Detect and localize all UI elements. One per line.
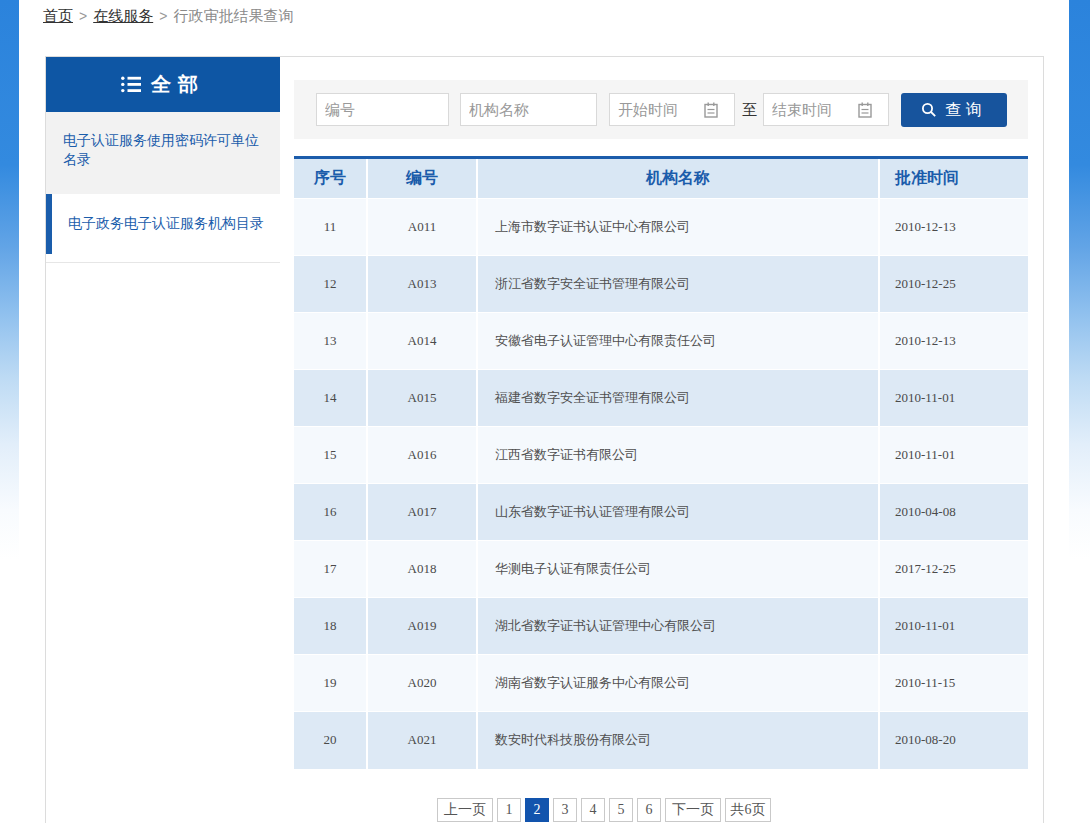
sidebar-header-label: 全部 — [151, 71, 205, 98]
page-button-3[interactable]: 3 — [553, 798, 577, 822]
calendar-icon[interactable] — [858, 102, 872, 118]
header-seq: 序号 — [294, 158, 367, 199]
cell-seq: 12 — [294, 256, 367, 313]
cell-date: 2010-11-01 — [879, 370, 1028, 427]
cell-seq: 16 — [294, 484, 367, 541]
breadcrumb-online-services[interactable]: 在线服务 — [93, 7, 153, 24]
page-button-2[interactable]: 2 — [525, 798, 549, 822]
code-input[interactable] — [316, 93, 449, 126]
table-row: 18A019湖北省数字证书认证管理中心有限公司2010-11-01 — [294, 598, 1028, 655]
cell-name: 上海市数字证书认证中心有限公司 — [477, 199, 879, 256]
cell-seq: 17 — [294, 541, 367, 598]
list-icon — [121, 76, 141, 93]
table-row: 14A015福建省数字安全证书管理有限公司2010-11-01 — [294, 370, 1028, 427]
cell-seq: 19 — [294, 655, 367, 712]
table-row: 19A020湖南省数字认证服务中心有限公司2010-11-15 — [294, 655, 1028, 712]
breadcrumb-current: 行政审批结果查询 — [173, 7, 293, 24]
cell-code: A020 — [367, 655, 477, 712]
table-row: 20A021数安时代科技股份有限公司2010-08-20 — [294, 712, 1028, 769]
cell-name: 湖南省数字认证服务中心有限公司 — [477, 655, 879, 712]
table-row: 17A018华测电子认证有限责任公司2017-12-25 — [294, 541, 1028, 598]
page-button-5[interactable]: 5 — [609, 798, 633, 822]
start-date-field — [609, 93, 735, 126]
calendar-icon[interactable] — [704, 102, 718, 118]
header-approval-date: 批准时间 — [879, 158, 1028, 199]
cell-date: 2010-08-20 — [879, 712, 1028, 769]
page-content: 首页 > 在线服务 > 行政审批结果查询 全部 电子认证服务使用密码许可单位名录 电子政… — [19, 0, 1069, 823]
cell-code: A019 — [367, 598, 477, 655]
cell-name: 湖北省数字证书认证管理中心有限公司 — [477, 598, 879, 655]
cell-date: 2010-12-13 — [879, 313, 1028, 370]
cell-seq: 15 — [294, 427, 367, 484]
search-button[interactable]: 查询 — [901, 93, 1007, 127]
table-body: 11A011上海市数字证书认证中心有限公司2010-12-1312A013浙江省… — [294, 199, 1028, 769]
next-page-button[interactable]: 下一页 — [665, 798, 721, 822]
cell-seq: 13 — [294, 313, 367, 370]
cell-date: 2010-11-15 — [879, 655, 1028, 712]
cell-date: 2017-12-25 — [879, 541, 1028, 598]
end-date-field — [763, 93, 889, 126]
cell-name: 浙江省数字安全证书管理有限公司 — [477, 256, 879, 313]
breadcrumb-separator: > — [159, 8, 167, 24]
sidebar-item-label: 电子政务电子认证服务机构目录 — [68, 215, 264, 233]
sidebar-menu-end — [46, 254, 280, 263]
cell-code: A013 — [367, 256, 477, 313]
search-button-label: 查询 — [945, 100, 987, 121]
cell-seq: 18 — [294, 598, 367, 655]
page-button-4[interactable]: 4 — [581, 798, 605, 822]
table-row: 16A017山东省数字证书认证管理有限公司2010-04-08 — [294, 484, 1028, 541]
table-row: 15A016江西省数字证书有限公司2010-11-01 — [294, 427, 1028, 484]
table-row: 11A011上海市数字证书认证中心有限公司2010-12-13 — [294, 199, 1028, 256]
table-row: 12A013浙江省数字安全证书管理有限公司2010-12-25 — [294, 256, 1028, 313]
active-item-bar — [46, 194, 52, 254]
main-panel: 全部 电子认证服务使用密码许可单位名录 电子政务电子认证服务机构目录 — [45, 56, 1044, 823]
cell-name: 数安时代科技股份有限公司 — [477, 712, 879, 769]
breadcrumb: 首页 > 在线服务 > 行政审批结果查询 — [43, 7, 293, 26]
search-icon — [921, 102, 937, 118]
cell-code: A015 — [367, 370, 477, 427]
cell-code: A011 — [367, 199, 477, 256]
table-row: 13A014安徽省电子认证管理中心有限责任公司2010-12-13 — [294, 313, 1028, 370]
sidebar-item-password-license-directory[interactable]: 电子认证服务使用密码许可单位名录 — [46, 112, 280, 194]
date-range-connector: 至 — [742, 101, 757, 120]
cell-date: 2010-04-08 — [879, 484, 1028, 541]
cell-code: A014 — [367, 313, 477, 370]
cell-seq: 20 — [294, 712, 367, 769]
breadcrumb-separator: > — [79, 8, 87, 24]
cell-seq: 14 — [294, 370, 367, 427]
cell-name: 福建省数字安全证书管理有限公司 — [477, 370, 879, 427]
cell-code: A016 — [367, 427, 477, 484]
sidebar-header: 全部 — [46, 57, 280, 112]
header-org-name: 机构名称 — [477, 158, 879, 199]
cell-code: A017 — [367, 484, 477, 541]
cell-date: 2010-12-25 — [879, 256, 1028, 313]
sidebar: 全部 电子认证服务使用密码许可单位名录 电子政务电子认证服务机构目录 — [46, 57, 280, 263]
org-name-input[interactable] — [460, 93, 597, 126]
cell-code: A021 — [367, 712, 477, 769]
cell-name: 安徽省电子认证管理中心有限责任公司 — [477, 313, 879, 370]
search-bar: 至 查询 — [294, 80, 1028, 139]
table-header-row: 序号 编号 机构名称 批准时间 — [294, 158, 1028, 199]
cell-name: 华测电子认证有限责任公司 — [477, 541, 879, 598]
cell-seq: 11 — [294, 199, 367, 256]
cell-code: A018 — [367, 541, 477, 598]
cell-name: 山东省数字证书认证管理有限公司 — [477, 484, 879, 541]
sidebar-item-egov-ca-directory[interactable]: 电子政务电子认证服务机构目录 — [46, 194, 280, 254]
page-button-1[interactable]: 1 — [497, 798, 521, 822]
cell-date: 2010-12-13 — [879, 199, 1028, 256]
total-pages-label: 共6页 — [725, 798, 771, 822]
cell-date: 2010-11-01 — [879, 598, 1028, 655]
breadcrumb-home[interactable]: 首页 — [43, 7, 73, 24]
results-table: 序号 编号 机构名称 批准时间 11A011上海市数字证书认证中心有限公司201… — [294, 156, 1028, 769]
pagination: 上一页123456下一页共6页 — [437, 798, 771, 822]
cell-date: 2010-11-01 — [879, 427, 1028, 484]
header-code: 编号 — [367, 158, 477, 199]
cell-name: 江西省数字证书有限公司 — [477, 427, 879, 484]
page-button-6[interactable]: 6 — [637, 798, 661, 822]
prev-page-button[interactable]: 上一页 — [437, 798, 493, 822]
